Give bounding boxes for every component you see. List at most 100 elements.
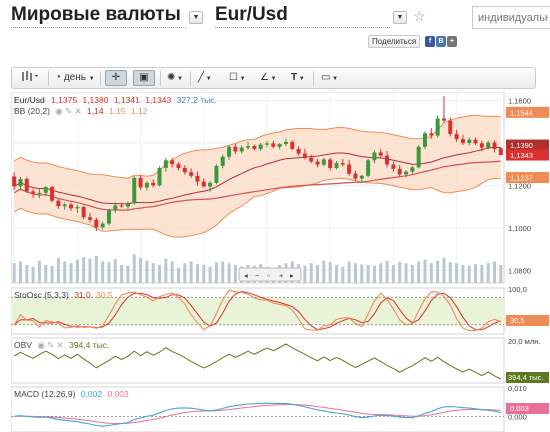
chevron-down-icon: ▼ xyxy=(204,76,212,82)
price-legend: Eur/Usd 1,1375 1,1380 1,1341 1,1343 327,… xyxy=(14,95,217,105)
price-tick-label: 1,1000 xyxy=(508,224,531,233)
chart-svg[interactable]: ◂ − ▫ + ▸ Eur/Usd 1,1375 1,1380 1,1341 1… xyxy=(11,92,550,432)
chevron-down-icon: ▼ xyxy=(237,76,246,82)
volume-bar xyxy=(499,265,503,283)
candle xyxy=(24,177,29,193)
obv-readout: 394,4 тыс. xyxy=(69,340,109,350)
period-button[interactable]: ◔ день ▼ xyxy=(52,70,98,86)
price-tags: 1,1544 1,13901,1343 1,1237 xyxy=(506,106,549,184)
scroll-left-icon[interactable]: ◂ xyxy=(244,271,248,280)
bb-legend: BB (20,2) ◉ ✎ ✕ 1,14 1,15 1,12 xyxy=(14,106,148,116)
macd-legend: MACD (12,26,9) 0,002 0,003 xyxy=(14,389,129,399)
volume-bar xyxy=(233,265,237,283)
zoom-out-icon[interactable]: − xyxy=(255,271,260,280)
candle xyxy=(106,208,111,226)
chevron-down-icon: ▼ xyxy=(192,14,200,21)
candle xyxy=(50,185,55,203)
candle xyxy=(366,158,371,178)
scroll-right-icon[interactable]: ▸ xyxy=(290,271,294,280)
stochastic-tick: 100,0 xyxy=(508,285,527,294)
text-tool-button[interactable]: T ▼ xyxy=(288,70,308,86)
volume-bar xyxy=(474,264,478,283)
volume-bar xyxy=(404,263,408,283)
volume-bar xyxy=(423,259,427,283)
bb-title: BB (20,2) xyxy=(14,106,50,116)
volume-bar xyxy=(50,265,54,283)
volume-bar xyxy=(303,265,307,283)
high-readout: 1,1380 xyxy=(82,95,108,105)
candle xyxy=(157,166,162,187)
bb-lower-readout: 1,12 xyxy=(131,106,148,116)
zoom-in-icon[interactable]: + xyxy=(279,271,284,280)
volume-bar xyxy=(132,254,136,283)
search-input[interactable] xyxy=(472,6,550,29)
volume-bar xyxy=(347,261,351,283)
category-dropdown-button[interactable]: ▼ xyxy=(189,11,203,24)
chevron-down-icon: ▼ xyxy=(175,76,183,82)
price-axis: 1,16001,14001,12001,10001,0800 xyxy=(508,96,531,275)
open-readout: 1,1375 xyxy=(51,95,77,105)
volume-bar xyxy=(44,265,48,283)
low-readout: 1,1341 xyxy=(114,95,140,105)
close-readout: 1,1343 xyxy=(145,95,171,105)
chart-area[interactable]: ◂ − ▫ + ▸ Eur/Usd 1,1375 1,1380 1,1341 1… xyxy=(11,92,550,432)
candle xyxy=(416,145,421,169)
volume-bar xyxy=(391,265,395,283)
volume-bar xyxy=(436,260,440,283)
volume-bar xyxy=(429,263,433,283)
volume-bar xyxy=(151,263,155,283)
volume-bar xyxy=(25,265,29,283)
volume-bar xyxy=(366,265,370,283)
angle-tool-button[interactable]: ∠ ▼ xyxy=(257,70,280,86)
pair-dropdown-button[interactable]: ▼ xyxy=(393,11,407,24)
crosshair-button[interactable]: ✛ xyxy=(105,70,127,86)
favorite-star-icon[interactable]: ☆ xyxy=(413,8,426,25)
volume-bar xyxy=(31,266,35,283)
header: Мировые валюты ▼ Eur/Usd ▼ ☆ Поделиться … xyxy=(0,0,550,60)
price-tag-text: 1,1544 xyxy=(510,108,533,117)
volume-bar xyxy=(316,265,320,283)
obv-tick: 20,0 млн. xyxy=(508,337,540,346)
pair-select[interactable]: Eur/Usd xyxy=(215,4,390,28)
volume-bar xyxy=(221,261,225,283)
volume-bar xyxy=(335,265,339,283)
candle xyxy=(290,140,295,151)
angle-tool-icon: ∠ xyxy=(260,72,269,83)
volume-bar xyxy=(360,264,364,283)
category-select[interactable]: Мировые валюты xyxy=(11,4,186,28)
vk-icon[interactable]: B xyxy=(436,36,446,47)
volume-bar xyxy=(189,261,193,283)
pair-title: Eur/Usd xyxy=(14,95,45,105)
facebook-icon[interactable]: f xyxy=(425,36,435,47)
zoom-reset-icon[interactable]: ▫ xyxy=(267,271,270,280)
pair-label: Eur/Usd xyxy=(215,4,288,25)
macd-readout: 0,002 xyxy=(81,389,103,399)
volume-bar xyxy=(208,266,212,283)
volume-bar xyxy=(195,264,199,283)
box-cursor-button[interactable]: ▣ xyxy=(133,70,155,86)
volume-bar xyxy=(385,260,389,283)
macd-panel: MACD (12,26,9) 0,002 0,003 0,010 0,000 0… xyxy=(11,384,549,432)
stochastic-title: StoOsc (5,3,3) xyxy=(14,290,69,300)
share-button[interactable]: Поделиться xyxy=(368,35,421,48)
volume-bar xyxy=(75,259,79,283)
indicators-button[interactable]: ✺ ▼ xyxy=(164,70,186,86)
volume-bar xyxy=(63,261,67,283)
line-tool-button[interactable]: ╱ ▼ xyxy=(195,70,215,86)
chart-toolbar: ◔ день ▼ ✛ ▣ ✺ ▼ ╱ ▼ ☐ ▼ ∠ ▼ T ▼ ▭ ▼ xyxy=(11,67,536,89)
chart-type-button[interactable] xyxy=(17,70,43,86)
rect-tool-button[interactable]: ☐ ▼ xyxy=(226,70,249,86)
stochastic-range-band xyxy=(11,297,504,325)
zoom-controls[interactable]: ◂ − ▫ + ▸ xyxy=(238,267,302,282)
image-export-button[interactable]: ▭ ▼ xyxy=(318,70,341,86)
volume-bar xyxy=(164,258,168,283)
candle xyxy=(498,147,503,156)
volume-bar xyxy=(12,263,16,283)
volume-bar xyxy=(107,262,111,283)
macd-tick-top: 0,010 xyxy=(508,384,527,393)
eye-icon: ◉ ✎ ✕ xyxy=(55,106,81,116)
volume-bar xyxy=(461,265,465,283)
more-share-icon[interactable]: + xyxy=(447,36,457,47)
volume-bar xyxy=(227,263,231,283)
crosshair-icon: ✛ xyxy=(111,72,121,83)
